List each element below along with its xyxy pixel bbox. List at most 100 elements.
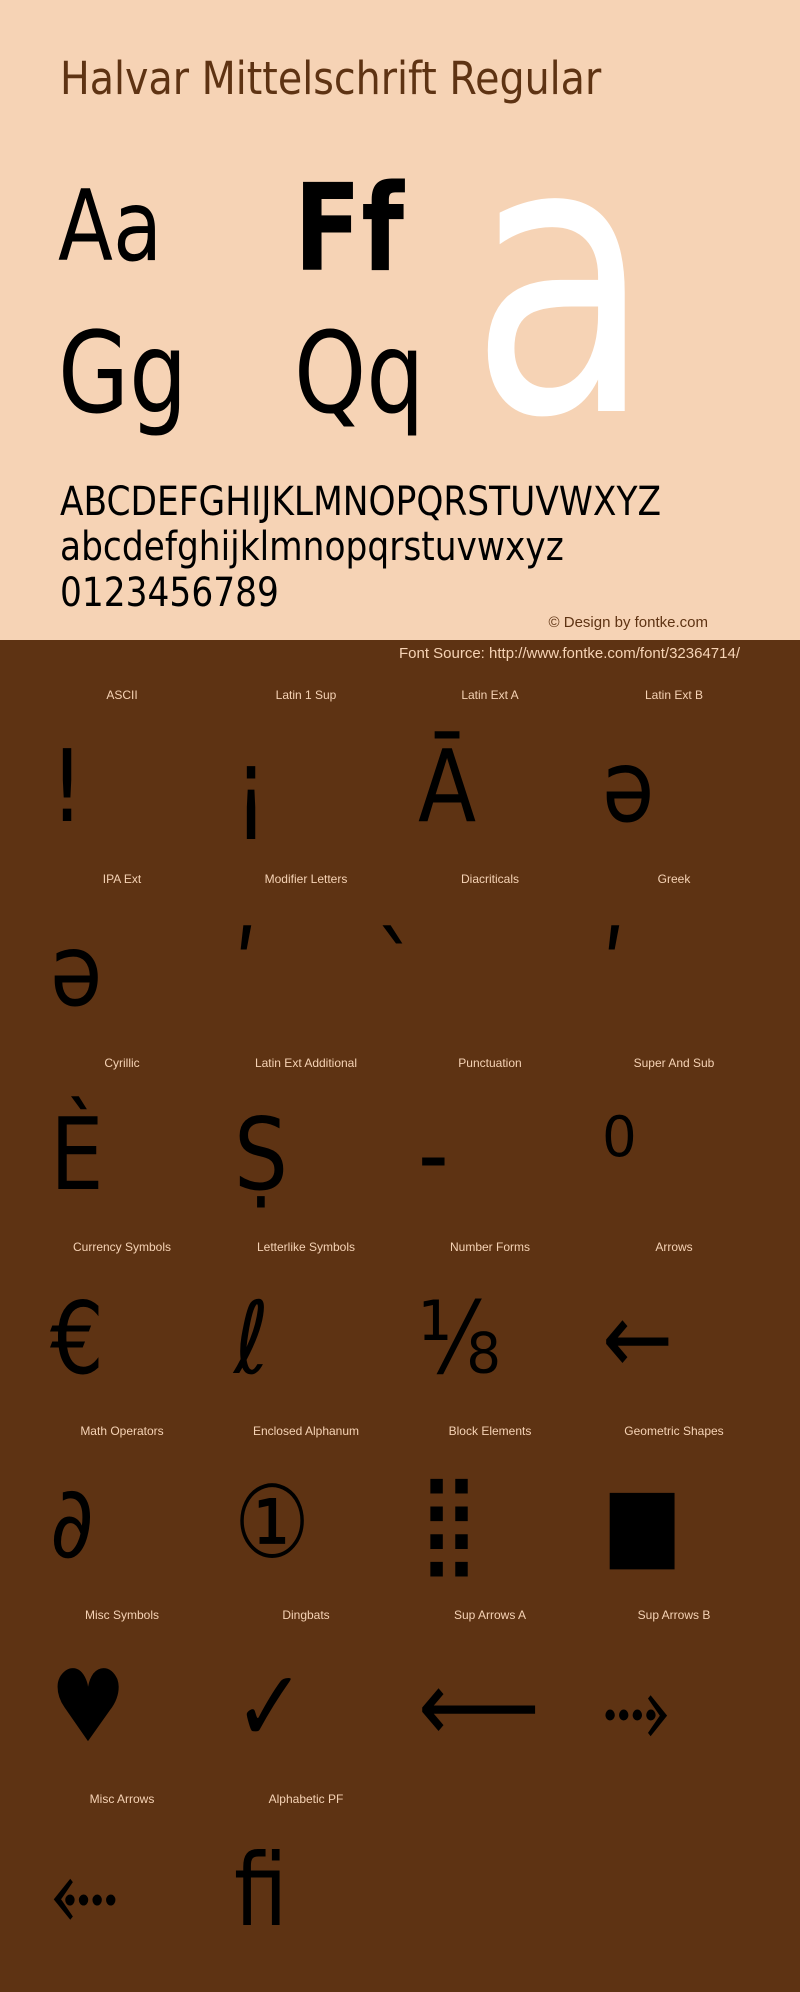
block-sample-glyph: ¡ [234, 722, 378, 852]
glyph-pair-ff: Ff [294, 160, 405, 299]
block-sample-glyph: ⟵ [418, 1642, 562, 1772]
glyph-char: ! [50, 728, 85, 845]
unicode-block-cell: Geometric Shapes ■ [582, 1422, 766, 1606]
glyph-char: ⤑ [602, 1648, 670, 1765]
block-sample-glyph: ̀ [418, 906, 562, 1036]
block-sample-glyph: ə [50, 906, 194, 1036]
glyph-char: ə [50, 912, 103, 1029]
block-label: Math Operators [80, 1424, 164, 1438]
block-label: Punctuation [458, 1056, 522, 1070]
unicode-block-cell: Number Forms ⅛ [398, 1238, 582, 1422]
block-sample-glyph: ℓ [234, 1274, 378, 1404]
glyph-char: ℓ [234, 1280, 270, 1397]
block-sample-glyph: € [50, 1274, 194, 1404]
block-label: Misc Arrows [89, 1792, 155, 1806]
glyph-char: ⟵ [418, 1648, 540, 1765]
block-sample-glyph: ⅛ [418, 1274, 562, 1404]
glyph-pair-gg: Gg [58, 309, 188, 439]
block-label: Cyrillic [104, 1056, 140, 1070]
lowercase-alphabet: abcdefghijklmnopqrstuvwxyz [60, 524, 564, 570]
block-label: Block Elements [448, 1424, 532, 1438]
glyph-char: ﬁ [234, 1832, 288, 1949]
unicode-block-cell: Block Elements ⣿ [398, 1422, 582, 1606]
block-sample-glyph: ʹ [602, 906, 746, 1036]
glyph-char: € [50, 1280, 105, 1397]
glyph-char: ■ [602, 1464, 683, 1581]
unicode-block-cell: Punctuation ‐ [398, 1054, 582, 1238]
unicode-block-cell: Modifier Letters ʹ [214, 870, 398, 1054]
glyph-char: ‐ [418, 1096, 449, 1213]
glyph-char: ʹ [234, 912, 258, 1029]
unicode-block-cell: Currency Symbols € [30, 1238, 214, 1422]
block-label: Misc Symbols [84, 1608, 159, 1622]
block-sample-glyph: Ā [418, 722, 562, 852]
block-sample-glyph: ə [602, 722, 746, 852]
glyph-char: ← [602, 1280, 674, 1397]
glyph-char: Ѐ [50, 1096, 104, 1213]
uppercase-alphabet: ABCDEFGHIJKLMNOPQRSTUVWXYZ [60, 479, 662, 525]
block-label: ASCII [106, 688, 138, 702]
unicode-block-cell: Letterlike Symbols ℓ [214, 1238, 398, 1422]
block-sample-glyph: ⁰ [602, 1090, 746, 1220]
unicode-block-cell: Sup Arrows B ⤑ [582, 1606, 766, 1790]
unicode-block-cell: Latin 1 Sup ¡ [214, 686, 398, 870]
block-label: Latin Ext A [461, 688, 519, 702]
glyph-char: ⬸ [50, 1832, 118, 1949]
unicode-block-cell: Alphabetic PF ﬁ [214, 1790, 398, 1974]
digits: 0123456789 [60, 570, 279, 616]
glyph-char: ⣿ [418, 1464, 481, 1581]
glyph-char: ♥ [50, 1648, 127, 1765]
block-sample-glyph: ! [50, 722, 194, 852]
block-sample-glyph: ⤑ [602, 1642, 746, 1772]
unicode-block-cell: Diacriticals̀ [398, 870, 582, 1054]
block-label: Modifier Letters [264, 872, 348, 886]
block-label: Enclosed Alphanum [252, 1424, 360, 1438]
unicode-block-cell: Greek ʹ [582, 870, 766, 1054]
glyph-pair-aa: Aa [58, 170, 163, 284]
block-label: Number Forms [449, 1240, 530, 1254]
glyph-char: ¡ [234, 728, 269, 845]
block-label: Latin 1 Sup [275, 688, 337, 702]
block-sample-glyph: ■ [602, 1458, 746, 1588]
unicode-block-cell: Latin Ext Additional Ṣ [214, 1054, 398, 1238]
glyph-char: ✓ [234, 1648, 306, 1765]
glyph-char: ⅛ [418, 1280, 501, 1397]
block-sample-glyph: ♥ [50, 1642, 194, 1772]
glyph-char: Ā [418, 728, 477, 845]
block-label: Latin Ext Additional [254, 1056, 358, 1070]
block-label: Dingbats [282, 1608, 330, 1622]
block-label: Sup Arrows B [637, 1608, 711, 1622]
block-label: Letterlike Symbols [256, 1240, 356, 1254]
block-sample-glyph: ⬸ [50, 1826, 194, 1956]
unicode-block-cell: Super And Sub ⁰ [582, 1054, 766, 1238]
unicode-block-grid: ASCII! Latin 1 Sup ¡ Latin Ext A Ā Latin Ext … [30, 686, 766, 1974]
block-label: Diacriticals [460, 872, 519, 886]
glyph-char: ʹ [602, 912, 626, 1029]
unicode-block-cell: Arrows ← [582, 1238, 766, 1422]
block-label: Greek [657, 872, 691, 886]
block-label: Arrows [655, 1240, 693, 1254]
block-sample-glyph: ✓ [234, 1642, 378, 1772]
block-label: Sup Arrows A [453, 1608, 527, 1622]
unicode-block-cell: Dingbats ✓ [214, 1606, 398, 1790]
block-sample-glyph: ∂ [50, 1458, 194, 1588]
hero-glyph: a [470, 58, 652, 501]
unicode-block-cell: Latin Ext A Ā [398, 686, 582, 870]
block-label: IPA Ext [102, 872, 142, 886]
font-source-link[interactable]: Font Source: http://www.fontke.com/font/… [399, 645, 740, 662]
block-sample-glyph: ← [602, 1274, 746, 1404]
glyph-char: Ṣ [234, 1096, 288, 1213]
block-sample-glyph: ﬁ [234, 1826, 378, 1956]
unicode-block-cell: Cyrillic Ѐ [30, 1054, 214, 1238]
block-label: Super And Sub [633, 1056, 715, 1070]
unicode-block-cell: Enclosed Alphanum ① [214, 1422, 398, 1606]
unicode-block-cell: ASCII! [30, 686, 214, 870]
unicode-block-cell: Sup Arrows A ⟵ [398, 1606, 582, 1790]
design-credit: © Design by fontke.com [548, 614, 708, 631]
glyph-char: ⁰ [602, 1096, 637, 1213]
block-label: Geometric Shapes [624, 1424, 724, 1438]
block-sample-glyph: Ṣ [234, 1090, 378, 1220]
specimen-header-panel: Halvar Mittelschrift Regular Aa Ff Gg Qq… [0, 0, 800, 640]
block-sample-glyph: ‐ [418, 1090, 562, 1220]
block-label: Alphabetic PF [268, 1792, 344, 1806]
